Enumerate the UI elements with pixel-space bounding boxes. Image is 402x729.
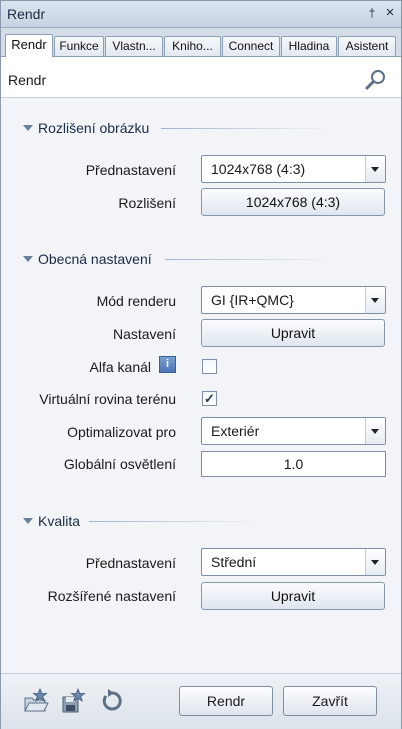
advanced-settings-label: Rozšířené nastavení xyxy=(47,588,176,604)
resolution-preset-select[interactable]: 1024x768 (4:3) xyxy=(201,155,386,183)
window-title: Rendr xyxy=(7,6,46,22)
render-mode-select[interactable]: GI {IR+QMC} xyxy=(201,286,386,314)
close-button[interactable]: Zavřít xyxy=(283,686,377,716)
section-divider xyxy=(165,259,335,260)
tab-vlastnosti[interactable]: Vlastn... xyxy=(105,36,163,56)
render-panel: Rendr † × Rendr Funkce Vlastn... Kniho..… xyxy=(0,0,402,729)
chevron-down-icon xyxy=(23,125,33,131)
save-favorite-icon[interactable] xyxy=(61,688,87,714)
section-divider xyxy=(89,521,259,522)
checkmark-icon: ✓ xyxy=(204,391,215,406)
pin-icon[interactable]: † xyxy=(365,5,379,21)
resolution-preset-value: 1024x768 (4:3) xyxy=(211,161,306,177)
section-divider xyxy=(161,128,331,129)
tab-knihovna[interactable]: Kniho... xyxy=(164,36,221,56)
chevron-down-icon xyxy=(23,518,33,524)
global-illumination-input[interactable]: 1.0 xyxy=(201,451,386,477)
resolution-button[interactable]: 1024x768 (4:3) xyxy=(201,188,385,216)
section-quality-title: Kvalita xyxy=(38,513,81,529)
dropdown-arrow-icon[interactable] xyxy=(365,156,385,182)
virtual-terrain-checkbox[interactable]: ✓ xyxy=(202,391,217,406)
tab-funkce[interactable]: Funkce xyxy=(54,36,104,56)
tab-connect[interactable]: Connect xyxy=(222,36,280,56)
quality-preset-value: Střední xyxy=(211,554,257,570)
search-icon[interactable] xyxy=(365,69,387,91)
resolution-label: Rozlišení xyxy=(118,195,176,211)
dropdown-arrow-icon[interactable] xyxy=(365,287,385,313)
virtual-terrain-label: Virtuální rovina terénu xyxy=(39,391,176,407)
panel-title: Rendr xyxy=(8,72,47,88)
render-mode-label: Mód renderu xyxy=(96,293,176,309)
settings-area: Rozlišení obrázku Přednastavení 1024x768… xyxy=(1,98,401,673)
dropdown-arrow-icon[interactable] xyxy=(365,418,385,444)
optimize-for-select[interactable]: Exteriér xyxy=(201,417,386,445)
optimize-for-value: Exteriér xyxy=(211,423,260,439)
close-icon[interactable]: × xyxy=(383,5,397,21)
info-icon[interactable]: i xyxy=(159,356,176,373)
quality-preset-select[interactable]: Střední xyxy=(201,548,386,576)
render-button[interactable]: Rendr xyxy=(179,686,273,716)
reset-icon[interactable] xyxy=(99,688,125,714)
settings-edit-button[interactable]: Upravit xyxy=(201,319,385,347)
panel-header: Rendr xyxy=(1,57,401,98)
tab-strip: Rendr Funkce Vlastn... Kniho... Connect … xyxy=(1,28,401,57)
global-illumination-label: Globální osvětlení xyxy=(63,456,176,472)
advanced-settings-edit-button[interactable]: Upravit xyxy=(201,582,385,610)
section-resolution-title: Rozlišení obrázku xyxy=(38,120,150,136)
render-mode-value: GI {IR+QMC} xyxy=(211,292,294,308)
dropdown-arrow-icon[interactable] xyxy=(365,549,385,575)
section-general-title: Obecná nastavení xyxy=(38,251,152,267)
settings-label: Nastavení xyxy=(112,326,176,342)
tab-rendr[interactable]: Rendr xyxy=(5,34,53,57)
title-bar: Rendr † × xyxy=(1,1,401,28)
open-favorite-icon[interactable] xyxy=(23,688,49,714)
alpha-channel-checkbox[interactable] xyxy=(202,359,217,374)
tab-hladina[interactable]: Hladina xyxy=(281,36,337,56)
alpha-channel-label: Alfa kanál xyxy=(89,359,151,375)
tab-asistent[interactable]: Asistent xyxy=(338,36,396,56)
quality-preset-label: Přednastavení xyxy=(85,555,176,571)
chevron-down-icon xyxy=(23,256,33,262)
resolution-preset-label: Přednastavení xyxy=(85,162,176,178)
footer-bar: Rendr Zavřít xyxy=(1,673,401,729)
optimize-for-label: Optimalizovat pro xyxy=(67,424,176,440)
